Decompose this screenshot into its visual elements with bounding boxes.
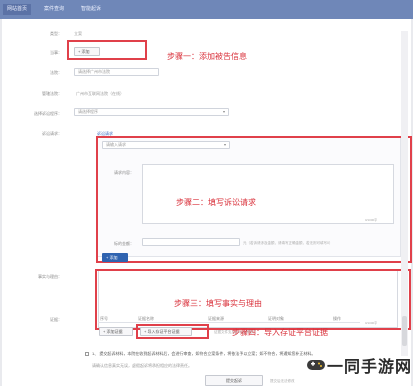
scrollbar-thumb[interactable]	[402, 316, 407, 346]
step1-highlight	[67, 40, 147, 60]
court-label: 法院：	[50, 70, 62, 75]
claims-select-value: 请输入请求	[106, 142, 126, 147]
nav-tab-case-query[interactable]: 案件查询	[40, 4, 68, 15]
submit-button[interactable]: 提交起诉	[205, 375, 263, 386]
trial-procedure-label: 选择诉讼程序：	[34, 111, 62, 116]
chevron-down-icon: ▾	[222, 109, 225, 114]
scrollbar[interactable]	[401, 31, 408, 356]
evidence-table-header: 序号 证据名称 证据来源 证明对象 操作	[98, 315, 360, 323]
claims-amount-label: 标的金额：	[114, 241, 134, 246]
filing-form-page: 类型： 立案 当事： + 添加 步骤一：添加被告信息 法院： 请选择广州市法院 …	[2, 19, 412, 386]
step4-highlight	[136, 324, 209, 339]
evidence-col-index: 序号	[100, 316, 108, 321]
trial-procedure-select[interactable]: 请选择程序 ▾	[74, 108, 229, 116]
facts-counter: 0/1000字	[365, 321, 378, 325]
claims-content-textarea[interactable]	[142, 164, 394, 224]
site-watermark: 一同手游网	[305, 350, 411, 380]
claims-amount-input[interactable]	[142, 238, 240, 246]
chevron-down-icon: ▾	[223, 142, 226, 147]
top-nav: 网站首页 案件查询 智能起诉	[0, 0, 413, 19]
nav-tab-home[interactable]: 网站首页	[3, 4, 32, 15]
jurisdiction-value: 广州市互联网法院（在线）	[76, 91, 124, 96]
evidence-col-name: 证据名称	[138, 316, 154, 321]
step2-label: 步骤二：填写诉讼请求	[176, 198, 256, 207]
step4-label: 步骤四：导入存证平台证据	[232, 328, 328, 337]
court-select[interactable]: 请选择广州市法院	[74, 68, 159, 76]
watermark-text: 一同手游网	[327, 359, 413, 376]
submit-hint: 提交后无法修改	[270, 379, 295, 383]
step3-label: 步骤三：填写事实与理由	[174, 299, 262, 308]
claims-counter: 0/1000字	[365, 218, 378, 222]
step1-label: 步骤一：添加被告信息	[167, 52, 247, 61]
gamepad-logo-icon	[307, 360, 325, 370]
evidence-col-action: 操作	[333, 316, 341, 321]
type-label: 类型：	[50, 31, 62, 36]
claims-label: 诉讼请求：	[42, 131, 62, 136]
add-evidence-button[interactable]: + 添加证据	[99, 327, 133, 336]
claims-select[interactable]: 请输入请求 ▾	[102, 141, 230, 149]
nav-tab-smart-filing[interactable]: 智能起诉	[77, 4, 105, 15]
claims-amount-hint: 元（若诉请涉及金额，请填写正确金额，若无则可填写0）	[243, 241, 333, 245]
claims-content-label: 请求内容：	[114, 170, 134, 175]
agreement-checkbox[interactable]	[85, 352, 89, 356]
type-value: 立案	[74, 31, 82, 36]
evidence-col-source: 证据来源	[208, 316, 224, 321]
evidence-label: 证据：	[50, 317, 62, 322]
jurisdiction-label: 管辖法院：	[42, 91, 62, 96]
add-claim-button[interactable]: + 添加	[102, 253, 128, 262]
court-select-value: 请选择广州市法院	[78, 69, 110, 74]
facts-label: 事实与理由：	[38, 274, 62, 279]
party-label: 当事：	[50, 50, 62, 55]
evidence-col-target: 证明对象	[268, 316, 284, 321]
trial-procedure-value: 请选择程序	[78, 109, 98, 114]
